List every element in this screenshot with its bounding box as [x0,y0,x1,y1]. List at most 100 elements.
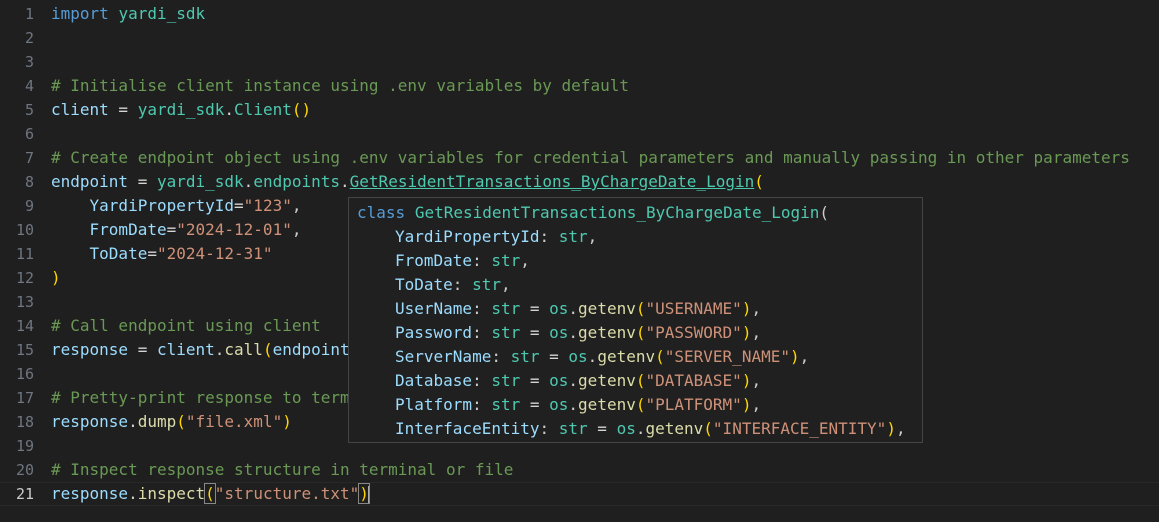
dot-token: . [224,100,235,119]
hover-signature-line: class GetResidentTransactions_ByChargeDa… [357,201,922,225]
hover-param-line: FromDate: str, [357,249,922,273]
class-token: GetResidentTransactions_ByChargeDate_Log… [414,203,820,222]
line-number: 16 [15,365,34,383]
code-line[interactable]: client = yardi_sdk.Client() [51,98,1159,122]
function-token: getenv [578,323,636,342]
dot-token: . [340,172,350,191]
comma-token: , [751,371,762,390]
colon-token: : [539,419,559,438]
param-token: FromDate [89,220,167,239]
operator-token: = [520,395,550,414]
param-name: Password [395,323,473,342]
bracket-token: ( [204,483,216,504]
code-line[interactable]: endpoint = yardi_sdk.endpoints.GetReside… [51,170,1159,194]
line-number: 2 [24,29,34,47]
param-name: UserName [395,299,473,318]
param-name: FromDate [395,251,473,270]
type-token: str [491,299,521,318]
code-line-current[interactable]: response.inspect("structure.txt") [0,482,1159,506]
string-token: "DATABASE" [645,371,742,390]
param-name: ServerName [395,347,492,366]
string-token: "SERVER_NAME" [664,347,790,366]
bracket-token: ) [741,371,752,390]
code-line[interactable] [51,26,1159,50]
comma-token: , [751,395,762,414]
variable-token: client [51,100,109,119]
comma-token: , [500,275,511,294]
line-number: 8 [24,173,34,191]
module-token: os [549,395,569,414]
string-token: "USERNAME" [645,299,742,318]
param-name: YardiPropertyId [395,227,540,246]
string-token: "file.xml" [185,412,283,431]
line-number: 7 [24,149,34,167]
module-token: yardi_sdk [118,4,206,23]
line-number: 3 [24,53,34,71]
operator-token: = [128,172,157,191]
variable-token: endpoint [51,172,129,191]
module-token: os [568,347,588,366]
type-token: str [491,371,521,390]
comment-token: # Pretty-print response to term [51,388,350,407]
line-number: 4 [24,77,34,95]
bracket-token: ) [301,100,312,119]
dot-token: . [587,347,598,366]
code-editor[interactable]: 1 2 3 4 5 6 7 8 9 10 11 12 13 14 15 16 1… [0,2,1159,522]
dot-token: . [568,371,579,390]
colon-token: : [472,251,492,270]
comment-token: # Create endpoint object using .env vari… [51,148,1130,167]
bracket-token: ( [655,347,665,366]
operator-token: = [520,371,550,390]
colon-token: : [472,395,492,414]
line-number: 12 [15,269,34,287]
line-number: 5 [24,101,34,119]
bracket-token: ( [703,419,713,438]
colon-token: : [472,371,492,390]
comma-token: , [587,227,598,246]
module-token: yardi_sdk [137,100,225,119]
operator-token: = [539,347,569,366]
code-line[interactable] [51,50,1159,74]
line-number: 15 [15,341,34,359]
string-token: "PASSWORD" [645,323,742,342]
bracket-token: ( [176,412,186,431]
bracket-token: ) [789,347,800,366]
operator-token: = [587,419,617,438]
comment-token: # Inspect response structure in terminal… [51,460,514,479]
dot-token: . [568,395,579,414]
hover-param-line: Platform: str = os.getenv("PLATFORM"), [357,393,922,417]
colon-token: : [491,347,511,366]
module-token: os [549,299,569,318]
operator-token: = [520,323,550,342]
code-line[interactable]: # Create endpoint object using .env vari… [51,146,1159,170]
string-token: "2024-12-01" [176,220,292,239]
line-number: 11 [15,245,34,263]
code-line[interactable] [51,122,1159,146]
object-token: client [156,340,215,359]
class-link-token[interactable]: GetResidentTransactions_ByChargeDate_Log… [350,172,755,191]
colon-token: : [472,323,492,342]
string-token: "2024-12-31" [156,244,273,263]
module-token: os [616,419,636,438]
param-name: Platform [395,395,473,414]
param-name: ToDate [395,275,453,294]
param-name: InterfaceEntity [395,419,540,438]
text-cursor [367,485,370,504]
code-line[interactable]: # Initialise client instance using .env … [51,74,1159,98]
type-token: str [510,347,540,366]
line-number: 19 [15,437,34,455]
code-line[interactable]: # Inspect response structure in terminal… [51,458,1159,482]
operator-token: = [147,244,157,263]
keyword-token: import [51,4,109,23]
dot-token: . [568,299,579,318]
operator-token: = [128,340,157,359]
comma-token: , [895,419,906,438]
bracket-token: ) [282,412,292,431]
function-token: getenv [578,395,636,414]
param-name: Database [395,371,473,390]
code-line[interactable]: import yardi_sdk [51,2,1159,26]
object-token: response [51,484,129,503]
function-token: getenv [578,299,636,318]
string-token: "INTERFACE_ENTITY" [712,419,887,438]
line-number-gutter: 1 2 3 4 5 6 7 8 9 10 11 12 13 14 15 16 1… [0,2,34,506]
